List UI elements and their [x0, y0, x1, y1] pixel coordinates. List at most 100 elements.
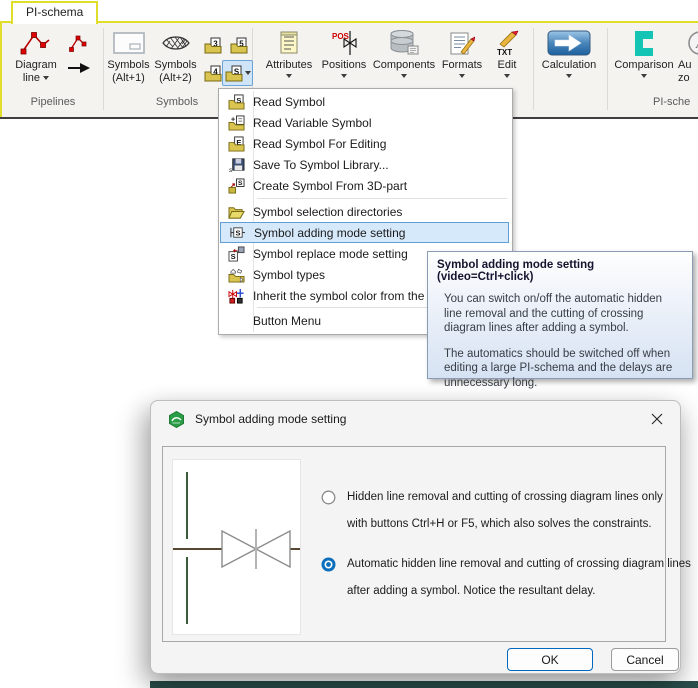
autozoom-icon: A	[687, 27, 698, 59]
symbols-alt2-button[interactable]: Symbols (Alt+2)	[152, 27, 199, 85]
menu-item-label: Read Symbol For Editing	[253, 137, 386, 151]
radio-manual-line-1: Hidden line removal and cutting of cross…	[347, 484, 663, 511]
diagram-line-label-1: Diagram	[15, 59, 57, 72]
menu-item-label: Symbol types	[253, 268, 325, 282]
symbol-adding-icon: S	[221, 225, 254, 241]
diagram-line-button[interactable]: Diagram line	[10, 27, 62, 85]
svg-text:TXT: TXT	[497, 48, 512, 57]
folder-plus-icon: +	[220, 115, 253, 131]
app-window: PI-schema Diagram line	[0, 0, 698, 688]
valve-diagram	[173, 460, 300, 634]
symbols-alt2-label-1: Symbols	[154, 59, 196, 72]
components-button[interactable]: Components	[372, 27, 436, 78]
chevron-down-icon	[504, 74, 510, 78]
chevron-down-icon	[641, 74, 647, 78]
app-logo-icon	[168, 411, 185, 428]
formats-button[interactable]: Formats	[437, 27, 487, 78]
tooltip-paragraph-1: You can switch on/off the automatic hidd…	[444, 292, 683, 336]
edit-button[interactable]: TXT Edit	[488, 27, 526, 78]
tooltip-paragraph-2: The automatics should be switched off wh…	[444, 347, 683, 391]
calculation-label: Calculation	[542, 59, 596, 72]
symbols-alt2-icon	[161, 27, 191, 59]
radio-unchecked-icon	[321, 490, 336, 505]
menu-item-save-to-symbol-library[interactable]: s Save To Symbol Library...	[220, 154, 509, 175]
folder-5-icon: 5	[230, 37, 248, 54]
group-separator	[607, 28, 608, 110]
menu-item-label: Symbol adding mode setting	[254, 226, 405, 240]
folder-s-icon: S	[220, 94, 253, 110]
calculation-button[interactable]: Calculation	[539, 27, 599, 78]
tooltip-title: Symbol adding mode setting (video=Ctrl+c…	[437, 259, 683, 283]
radio-automatic-option[interactable]: Automatic hidden line removal and cuttin…	[321, 551, 691, 605]
calculation-icon	[547, 27, 591, 59]
comparison-label: Comparison	[614, 59, 673, 72]
menu-item-symbol-selection-directories[interactable]: Symbol selection directories	[220, 201, 509, 222]
group-separator	[533, 28, 534, 110]
chevron-down-icon	[401, 74, 407, 78]
diagram-line-arrow-button[interactable]	[62, 27, 96, 73]
floppy-disk-icon: s	[220, 157, 253, 173]
formats-icon	[449, 27, 475, 59]
svg-text:POS: POS	[332, 32, 350, 41]
tooltip-symbol-adding-mode: Symbol adding mode setting (video=Ctrl+c…	[427, 251, 693, 379]
chevron-down-icon	[566, 74, 572, 78]
symbol-adding-mode-dialog: Symbol adding mode setting	[150, 400, 681, 674]
background-canvas-strip	[150, 681, 698, 688]
attributes-icon	[279, 27, 299, 59]
folder-s-icon: S	[225, 65, 243, 82]
components-label: Components	[373, 59, 435, 72]
menu-item-symbol-adding-mode-setting[interactable]: S Symbol adding mode setting	[220, 222, 509, 243]
positions-label: Positions	[322, 59, 367, 72]
ok-label: OK	[541, 653, 558, 667]
edit-label: Edit	[498, 59, 517, 72]
autozoom-button[interactable]: A Au zo	[678, 27, 698, 85]
menu-item-label: Symbol selection directories	[253, 205, 402, 219]
chevron-down-icon	[459, 74, 465, 78]
tab-label: PI-schema	[26, 5, 83, 19]
group-label-pi-schema: PI-sche	[653, 96, 698, 108]
menu-item-label: Create Symbol From 3D-part	[253, 179, 407, 193]
autozoom-label-1: Au	[678, 59, 691, 72]
cancel-label: Cancel	[626, 653, 663, 667]
edit-icon: TXT	[494, 27, 520, 59]
chevron-down-icon	[341, 74, 347, 78]
close-icon[interactable]	[646, 409, 668, 429]
symbols-alt1-label-1: Symbols	[107, 59, 149, 72]
symbol-folder-5-button[interactable]: 5	[227, 33, 251, 58]
tab-underline	[0, 21, 698, 23]
symbol-replace-icon: S	[220, 246, 253, 262]
formats-label: Formats	[442, 59, 482, 72]
menu-item-label: Read Variable Symbol	[253, 116, 372, 130]
chevron-down-icon	[43, 76, 49, 80]
components-icon	[388, 27, 420, 59]
symbol-types-icon	[220, 267, 253, 283]
menu-item-label: Symbol replace mode setting	[253, 247, 408, 261]
autozoom-label-2: zo	[678, 72, 690, 85]
menu-item-label: Inherit the symbol color from the	[253, 289, 424, 303]
symbols-alt1-label-2: (Alt+1)	[112, 72, 145, 85]
menu-separator	[257, 198, 507, 199]
radio-manual-line-2: with buttons Ctrl+H or F5, which also so…	[347, 511, 663, 538]
menu-item-label: Button Menu	[253, 314, 321, 328]
symbol-folder-s-dropdown-button[interactable]: S	[222, 60, 253, 86]
comparison-button[interactable]: Comparison	[612, 27, 676, 78]
menu-item-read-variable-symbol[interactable]: + Read Variable Symbol	[220, 112, 509, 133]
diagram-line-small-icon	[68, 27, 90, 59]
tab-pi-schema[interactable]: PI-schema	[11, 1, 98, 24]
symbol-folder-3-button[interactable]: 3	[201, 33, 225, 58]
diagram-line-icon	[19, 27, 53, 59]
attributes-button[interactable]: Attributes	[260, 27, 318, 78]
menu-item-read-symbol-for-editing[interactable]: E Read Symbol For Editing	[220, 133, 509, 154]
cancel-button[interactable]: Cancel	[611, 648, 679, 671]
svg-text:S: S	[231, 252, 236, 261]
ok-button[interactable]: OK	[507, 648, 593, 671]
open-folder-icon	[220, 204, 253, 220]
menu-item-create-symbol-from-3d-part[interactable]: S Create Symbol From 3D-part	[220, 175, 509, 196]
positions-button[interactable]: POS Positions	[318, 27, 370, 78]
menu-item-read-symbol[interactable]: S Read Symbol	[220, 91, 509, 112]
radio-manual-option[interactable]: Hidden line removal and cutting of cross…	[321, 484, 663, 538]
chevron-down-icon	[245, 71, 251, 75]
symbols-alt1-button[interactable]: Symbols (Alt+1)	[105, 27, 152, 85]
svg-text:S: S	[235, 228, 240, 237]
dialog-titlebar[interactable]: Symbol adding mode setting	[151, 401, 680, 437]
